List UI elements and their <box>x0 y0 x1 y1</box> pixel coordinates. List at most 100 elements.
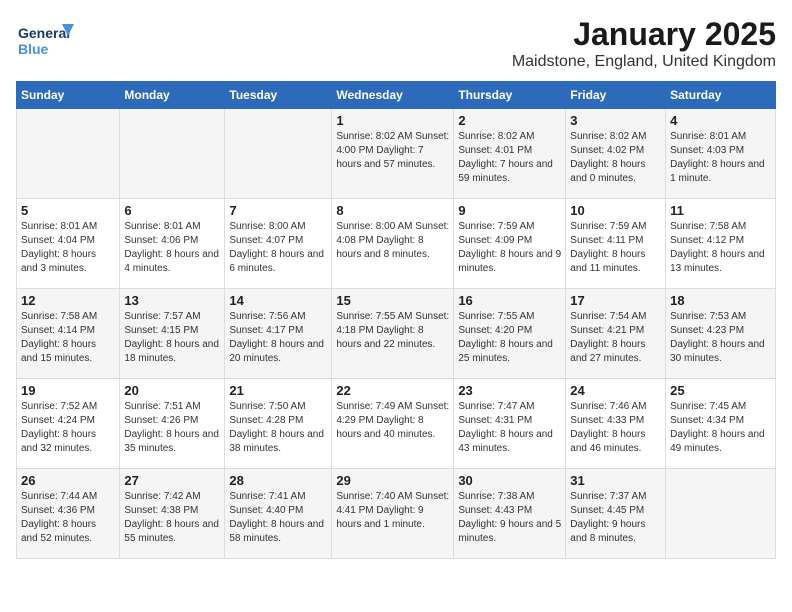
day-info: Sunrise: 7:58 AM Sunset: 4:14 PM Dayligh… <box>21 310 115 366</box>
calendar-cell: 26 Sunrise: 7:44 AM Sunset: 4:36 PM Dayli… <box>17 469 120 559</box>
calendar-cell: 7Sunrise: 8:00 AM Sunset: 4:07 PM Daylig… <box>225 199 332 289</box>
calendar-cell: 13 Sunrise: 7:57 AM Sunset: 4:15 PM Dayli… <box>120 289 225 379</box>
day-number: 25 <box>670 383 771 398</box>
week-row-1: 1Sunrise: 8:02 AM Sunset: 4:00 PM Daylig… <box>17 109 776 199</box>
calendar-cell: 27 Sunrise: 7:42 AM Sunset: 4:38 PM Dayli… <box>120 469 225 559</box>
day-info: Sunrise: 7:47 AM Sunset: 4:31 PM Dayligh… <box>458 400 561 456</box>
calendar-cell: 18 Sunrise: 7:53 AM Sunset: 4:23 PM Dayli… <box>666 289 776 379</box>
calendar-cell: 17Sunrise: 7:54 AM Sunset: 4:21 PM Dayli… <box>566 289 666 379</box>
day-info: Sunrise: 8:02 AM Sunset: 4:02 PM Dayligh… <box>570 130 661 186</box>
day-number: 31 <box>570 473 661 488</box>
day-info: Sunrise: 8:01 AM Sunset: 4:03 PM Dayligh… <box>670 130 771 186</box>
day-info: Sunrise: 7:54 AM Sunset: 4:21 PM Dayligh… <box>570 310 661 366</box>
calendar-cell: 30 Sunrise: 7:38 AM Sunset: 4:43 PM Dayli… <box>454 469 566 559</box>
day-number: 7 <box>229 203 327 218</box>
day-number: 23 <box>458 383 561 398</box>
day-number: 6 <box>124 203 220 218</box>
calendar-cell <box>120 109 225 199</box>
week-row-4: 19Sunrise: 7:52 AM Sunset: 4:24 PM Dayli… <box>17 379 776 469</box>
calendar-cell: 8Sunrise: 8:00 AM Sunset: 4:08 PM Daylig… <box>332 199 454 289</box>
day-info: Sunrise: 7:56 AM Sunset: 4:17 PM Dayligh… <box>229 310 327 366</box>
calendar-cell: 16 Sunrise: 7:55 AM Sunset: 4:20 PM Dayli… <box>454 289 566 379</box>
calendar-cell: 3 Sunrise: 8:02 AM Sunset: 4:02 PM Daylig… <box>566 109 666 199</box>
day-info: Sunrise: 7:49 AM Sunset: 4:29 PM Dayligh… <box>336 400 449 442</box>
day-info: Sunrise: 7:58 AM Sunset: 4:12 PM Dayligh… <box>670 220 771 276</box>
calendar-cell: 10 Sunrise: 7:59 AM Sunset: 4:11 PM Dayli… <box>566 199 666 289</box>
day-info: Sunrise: 7:51 AM Sunset: 4:26 PM Dayligh… <box>124 400 220 456</box>
calendar-cell: 20 Sunrise: 7:51 AM Sunset: 4:26 PM Dayli… <box>120 379 225 469</box>
calendar-cell: 12 Sunrise: 7:58 AM Sunset: 4:14 PM Dayli… <box>17 289 120 379</box>
day-info: Sunrise: 7:55 AM Sunset: 4:20 PM Dayligh… <box>458 310 561 366</box>
calendar-title: January 2025 <box>512 16 776 53</box>
weekday-header-friday: Friday <box>566 82 666 109</box>
day-info: Sunrise: 8:00 AM Sunset: 4:08 PM Dayligh… <box>336 220 449 262</box>
calendar-cell: 11 Sunrise: 7:58 AM Sunset: 4:12 PM Dayli… <box>666 199 776 289</box>
calendar-cell: 22 Sunrise: 7:49 AM Sunset: 4:29 PM Dayli… <box>332 379 454 469</box>
day-number: 28 <box>229 473 327 488</box>
day-number: 26 <box>21 473 115 488</box>
day-info: Sunrise: 7:46 AM Sunset: 4:33 PM Dayligh… <box>570 400 661 456</box>
day-info: Sunrise: 7:59 AM Sunset: 4:11 PM Dayligh… <box>570 220 661 276</box>
weekday-header-tuesday: Tuesday <box>225 82 332 109</box>
calendar-cell: 25 Sunrise: 7:45 AM Sunset: 4:34 PM Dayli… <box>666 379 776 469</box>
day-number: 21 <box>229 383 327 398</box>
day-info: Sunrise: 7:45 AM Sunset: 4:34 PM Dayligh… <box>670 400 771 456</box>
logo-icon: General Blue <box>16 16 76 66</box>
page-header: General Blue January 2025 Maidstone, Eng… <box>16 16 776 71</box>
day-number: 13 <box>124 293 220 308</box>
day-number: 5 <box>21 203 115 218</box>
day-info: Sunrise: 7:52 AM Sunset: 4:24 PM Dayligh… <box>21 400 115 456</box>
calendar-cell <box>17 109 120 199</box>
day-number: 10 <box>570 203 661 218</box>
day-number: 12 <box>21 293 115 308</box>
day-info: Sunrise: 7:38 AM Sunset: 4:43 PM Dayligh… <box>458 490 561 546</box>
day-info: Sunrise: 7:59 AM Sunset: 4:09 PM Dayligh… <box>458 220 561 276</box>
calendar-table: SundayMondayTuesdayWednesdayThursdayFrid… <box>16 81 776 559</box>
day-info: Sunrise: 7:55 AM Sunset: 4:18 PM Dayligh… <box>336 310 449 352</box>
day-number: 20 <box>124 383 220 398</box>
weekday-header-row: SundayMondayTuesdayWednesdayThursdayFrid… <box>17 82 776 109</box>
day-number: 11 <box>670 203 771 218</box>
day-number: 30 <box>458 473 561 488</box>
calendar-cell: 29Sunrise: 7:40 AM Sunset: 4:41 PM Dayli… <box>332 469 454 559</box>
day-number: 9 <box>458 203 561 218</box>
day-number: 18 <box>670 293 771 308</box>
calendar-subtitle: Maidstone, England, United Kingdom <box>512 53 776 71</box>
calendar-cell: 5 Sunrise: 8:01 AM Sunset: 4:04 PM Daylig… <box>17 199 120 289</box>
day-number: 2 <box>458 113 561 128</box>
title-block: January 2025 Maidstone, England, United … <box>512 16 776 71</box>
calendar-cell <box>225 109 332 199</box>
day-number: 4 <box>670 113 771 128</box>
logo: General Blue <box>16 16 76 66</box>
week-row-2: 5 Sunrise: 8:01 AM Sunset: 4:04 PM Daylig… <box>17 199 776 289</box>
day-number: 16 <box>458 293 561 308</box>
day-info: Sunrise: 7:41 AM Sunset: 4:40 PM Dayligh… <box>229 490 327 546</box>
day-info: Sunrise: 8:01 AM Sunset: 4:04 PM Dayligh… <box>21 220 115 276</box>
weekday-header-monday: Monday <box>120 82 225 109</box>
weekday-header-thursday: Thursday <box>454 82 566 109</box>
calendar-cell: 21Sunrise: 7:50 AM Sunset: 4:28 PM Dayli… <box>225 379 332 469</box>
weekday-header-saturday: Saturday <box>666 82 776 109</box>
day-number: 22 <box>336 383 449 398</box>
day-info: Sunrise: 7:53 AM Sunset: 4:23 PM Dayligh… <box>670 310 771 366</box>
day-info: Sunrise: 7:57 AM Sunset: 4:15 PM Dayligh… <box>124 310 220 366</box>
calendar-cell: 9 Sunrise: 7:59 AM Sunset: 4:09 PM Daylig… <box>454 199 566 289</box>
day-info: Sunrise: 8:01 AM Sunset: 4:06 PM Dayligh… <box>124 220 220 276</box>
svg-text:General: General <box>18 25 70 41</box>
calendar-cell: 14Sunrise: 7:56 AM Sunset: 4:17 PM Dayli… <box>225 289 332 379</box>
day-number: 27 <box>124 473 220 488</box>
day-info: Sunrise: 7:44 AM Sunset: 4:36 PM Dayligh… <box>21 490 115 546</box>
calendar-cell: 6 Sunrise: 8:01 AM Sunset: 4:06 PM Daylig… <box>120 199 225 289</box>
day-info: Sunrise: 7:40 AM Sunset: 4:41 PM Dayligh… <box>336 490 449 532</box>
calendar-cell: 4 Sunrise: 8:01 AM Sunset: 4:03 PM Daylig… <box>666 109 776 199</box>
week-row-3: 12 Sunrise: 7:58 AM Sunset: 4:14 PM Dayli… <box>17 289 776 379</box>
calendar-cell <box>666 469 776 559</box>
calendar-cell: 31 Sunrise: 7:37 AM Sunset: 4:45 PM Dayli… <box>566 469 666 559</box>
day-info: Sunrise: 7:42 AM Sunset: 4:38 PM Dayligh… <box>124 490 220 546</box>
day-info: Sunrise: 8:02 AM Sunset: 4:01 PM Dayligh… <box>458 130 561 186</box>
calendar-cell: 19Sunrise: 7:52 AM Sunset: 4:24 PM Dayli… <box>17 379 120 469</box>
day-number: 3 <box>570 113 661 128</box>
calendar-cell: 15Sunrise: 7:55 AM Sunset: 4:18 PM Dayli… <box>332 289 454 379</box>
day-info: Sunrise: 8:02 AM Sunset: 4:00 PM Dayligh… <box>336 130 449 172</box>
day-info: Sunrise: 7:37 AM Sunset: 4:45 PM Dayligh… <box>570 490 661 546</box>
